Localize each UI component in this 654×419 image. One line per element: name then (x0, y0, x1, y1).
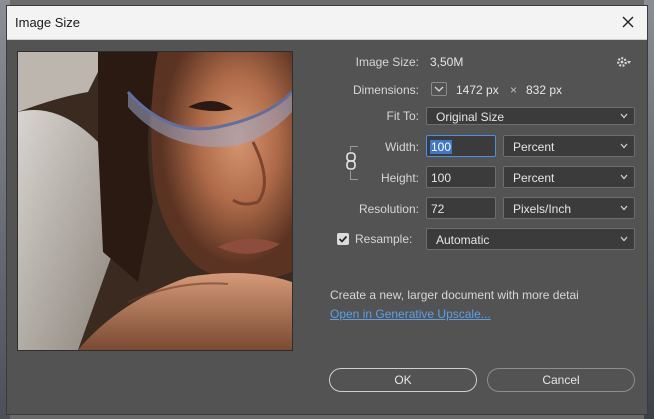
resample-value: Automatic (436, 233, 490, 247)
resolution-input[interactable]: 72 (426, 197, 496, 219)
chevron-down-icon (620, 205, 628, 211)
width-value: 100 (430, 140, 453, 154)
upscale-description: Create a new, larger document with more … (330, 288, 579, 302)
chevron-down-icon (620, 174, 628, 180)
image-size-dialog: Image Size Image Size: 3,50M Dimensions:… (6, 5, 648, 415)
resample-select[interactable]: Automatic (426, 228, 635, 250)
dimensions-label: Dimensions: (352, 83, 419, 97)
dimensions-width: 1472 px (456, 83, 499, 97)
dimensions-height: 832 px (526, 83, 563, 97)
preview-image (18, 52, 292, 350)
dialog-title: Image Size (15, 15, 81, 30)
width-unit-select[interactable]: Percent (503, 135, 635, 157)
chevron-down-icon (620, 236, 628, 242)
resolution-unit-select[interactable]: Pixels/Inch (503, 197, 635, 219)
cancel-button[interactable]: Cancel (487, 368, 635, 392)
image-preview[interactable] (17, 51, 293, 351)
chevron-down-icon (620, 113, 628, 119)
resample-checkbox[interactable] (337, 233, 349, 245)
fit-to-value: Original Size (436, 110, 505, 124)
resample-label[interactable]: Resample: (355, 232, 412, 246)
chain-link-icon[interactable] (344, 151, 358, 171)
height-input[interactable]: 100 (426, 166, 496, 188)
width-label: Width: (384, 140, 419, 154)
close-icon[interactable] (619, 13, 637, 31)
dimensions-times: × (510, 83, 518, 97)
ok-button[interactable]: OK (329, 368, 477, 392)
resolution-unit-value: Pixels/Inch (513, 202, 572, 216)
dimensions-unit-toggle[interactable] (431, 82, 447, 96)
checkmark-icon (338, 235, 348, 243)
chevron-down-icon (434, 86, 444, 92)
width-input[interactable]: 100 (426, 135, 496, 157)
generative-upscale-link[interactable]: Open in Generative Upscale... (330, 307, 491, 321)
fit-to-label: Fit To: (386, 109, 419, 123)
resolution-label: Resolution: (358, 202, 419, 216)
height-value: 100 (431, 171, 452, 185)
height-unit-select[interactable]: Percent (503, 166, 635, 188)
chevron-down-icon (620, 143, 628, 149)
fit-to-select[interactable]: Original Size (426, 107, 635, 125)
dialog-titlebar: Image Size (7, 6, 647, 40)
height-label: Height: (380, 171, 419, 185)
image-size-label: Image Size: (355, 55, 419, 69)
width-unit-value: Percent (513, 140, 555, 154)
gear-icon[interactable] (616, 55, 632, 69)
resolution-value: 72 (431, 202, 445, 216)
image-size-value: 3,50M (430, 55, 464, 69)
height-unit-value: Percent (513, 171, 555, 185)
